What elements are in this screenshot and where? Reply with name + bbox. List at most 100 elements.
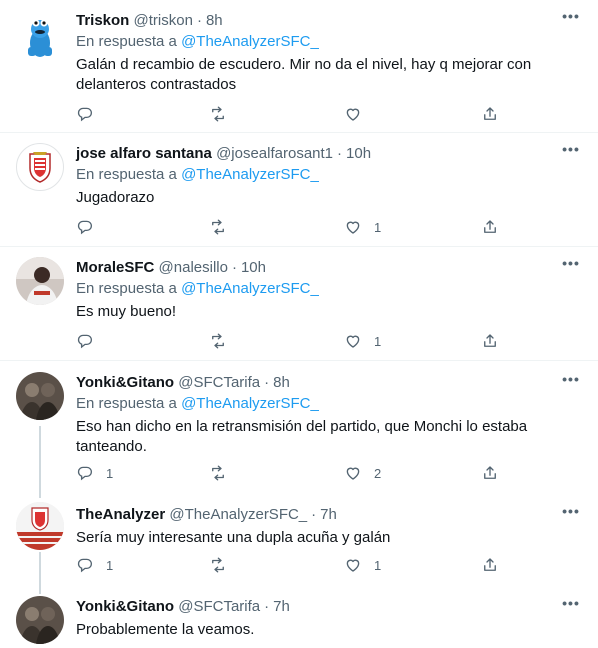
retweet-icon <box>212 106 224 122</box>
reply-prefix: En respuesta a <box>76 280 177 297</box>
avatar[interactable] <box>16 596 64 644</box>
more-icon[interactable]: ••• <box>560 596 582 617</box>
reply-to-link[interactable]: @TheAnalyzerSFC_ <box>181 33 319 50</box>
user-handle[interactable]: @triskon <box>134 12 193 29</box>
tweet-header: Triskon @triskon · 8h <box>76 12 223 29</box>
reply-icon <box>77 220 93 235</box>
tweet-text: Jugadorazo <box>76 189 155 206</box>
share-button[interactable] <box>481 217 499 237</box>
tweet-header: TheAnalyzer @TheAnalyzerSFC_ · 7h <box>76 506 337 523</box>
user-handle[interactable]: @josealfarosant1 <box>216 145 333 162</box>
tweet-actions: 1 1 <box>76 555 506 575</box>
reply-button[interactable] <box>76 217 106 237</box>
share-button[interactable] <box>481 463 499 483</box>
reply-count: 1 <box>106 557 114 573</box>
retweet-button[interactable] <box>209 555 239 575</box>
sevilla-banner-avatar-icon <box>16 502 64 550</box>
reply-button[interactable]: 1 <box>76 555 113 575</box>
reply-to-link[interactable]: @TheAnalyzerSFC_ <box>181 166 319 183</box>
reply-to-link[interactable]: @TheAnalyzerSFC_ <box>181 395 319 412</box>
display-name[interactable]: Triskon <box>76 12 129 29</box>
tweet-time[interactable]: 8h <box>273 374 290 391</box>
user-photo-icon <box>16 596 64 644</box>
tweet-time[interactable]: 8h <box>206 12 223 29</box>
tweet[interactable]: TheAnalyzer @TheAnalyzerSFC_ · 7h Sería mu… <box>0 493 598 585</box>
display-name[interactable]: Yonki&Gitano <box>76 598 174 615</box>
tweet-header: MoraleSFC @nalesillo · 10h <box>76 259 266 276</box>
display-name[interactable]: jose alfaro santana <box>76 145 212 162</box>
reply-button[interactable]: 1 <box>76 463 113 483</box>
tweet-text: Galán d recambio de escudero. Mir no da … <box>76 56 532 93</box>
tweet-time[interactable]: 10h <box>346 145 371 162</box>
share-icon <box>484 220 496 233</box>
retweet-button[interactable] <box>209 331 239 351</box>
reply-context: En respuesta a @TheAnalyzerSFC_ <box>76 165 586 185</box>
tweet-time[interactable]: 10h <box>241 259 266 276</box>
replies-timeline: Triskon @triskon · 8h En respuesta a @TheA… <box>0 0 598 648</box>
avatar[interactable] <box>16 372 64 420</box>
tweet-text: Es muy bueno! <box>76 303 177 320</box>
retweet-icon <box>212 557 224 573</box>
tweet[interactable]: Yonki&Gitano @SFCTarifa · 8h En respuesta … <box>0 361 598 493</box>
reply-prefix: En respuesta a <box>76 395 177 412</box>
reply-button[interactable] <box>76 104 106 124</box>
more-icon[interactable]: ••• <box>560 372 582 393</box>
cookie-monster-avatar-icon <box>16 13 64 61</box>
more-icon[interactable]: ••• <box>560 9 582 30</box>
heart-icon <box>346 335 360 348</box>
more-icon[interactable]: ••• <box>560 256 582 277</box>
like-button[interactable] <box>344 104 374 124</box>
like-count: 1 <box>374 333 382 349</box>
tweet-header: jose alfaro santana @josealfarosant1 · 10h <box>76 145 372 162</box>
reply-icon <box>77 558 93 573</box>
avatar[interactable] <box>16 502 64 550</box>
avatar[interactable] <box>16 13 64 61</box>
heart-icon <box>346 467 360 480</box>
reply-icon <box>77 107 93 122</box>
avatar[interactable] <box>16 257 64 305</box>
like-button[interactable]: 1 <box>344 331 381 351</box>
retweet-icon <box>212 465 224 481</box>
share-button[interactable] <box>481 555 499 575</box>
share-icon <box>484 334 496 347</box>
tweet-time[interactable]: 7h <box>320 506 337 523</box>
tweet[interactable]: jose alfaro santana @josealfarosant1 · 10h… <box>0 133 598 247</box>
more-icon[interactable]: ••• <box>560 504 582 525</box>
tweet-actions <box>76 104 506 124</box>
like-count: 1 <box>374 219 382 235</box>
heart-icon <box>346 221 360 234</box>
like-button[interactable]: 1 <box>344 555 381 575</box>
user-handle[interactable]: @SFCTarifa <box>178 374 260 391</box>
more-icon[interactable]: ••• <box>560 142 582 163</box>
tweet-text: Sería muy interesante una dupla acuña y … <box>76 529 391 546</box>
user-handle[interactable]: @SFCTarifa <box>178 598 260 615</box>
share-button[interactable] <box>481 104 499 124</box>
like-button[interactable]: 1 <box>344 217 381 237</box>
tweet[interactable]: Triskon @triskon · 8h En respuesta a @TheA… <box>0 0 598 133</box>
user-photo-icon <box>16 372 64 420</box>
tweet[interactable]: Yonki&Gitano @SFCTarifa · 7h Probablemente… <box>0 585 598 648</box>
like-button[interactable]: 2 <box>344 463 381 483</box>
tweet-actions: 1 2 <box>76 463 506 483</box>
display-name[interactable]: Yonki&Gitano <box>76 374 174 391</box>
reply-context: En respuesta a @TheAnalyzerSFC_ <box>76 32 586 52</box>
share-button[interactable] <box>481 331 499 351</box>
tweet[interactable]: MoraleSFC @nalesillo · 10h En respuesta a … <box>0 247 598 361</box>
retweet-icon <box>212 219 224 235</box>
reply-prefix: En respuesta a <box>76 166 177 183</box>
share-icon <box>484 558 496 571</box>
display-name[interactable]: MoraleSFC <box>76 259 154 276</box>
user-handle[interactable]: @TheAnalyzerSFC_ <box>169 506 307 523</box>
user-handle[interactable]: @nalesillo <box>159 259 228 276</box>
retweet-button[interactable] <box>209 104 239 124</box>
tweet-text: Eso han dicho en la retransmisión del pa… <box>76 418 528 455</box>
retweet-button[interactable] <box>209 463 239 483</box>
reply-to-link[interactable]: @TheAnalyzerSFC_ <box>181 280 319 297</box>
display-name[interactable]: TheAnalyzer <box>76 506 165 523</box>
share-icon <box>484 466 496 479</box>
reply-count: 1 <box>106 465 114 481</box>
retweet-button[interactable] <box>209 217 239 237</box>
reply-button[interactable] <box>76 331 106 351</box>
avatar[interactable] <box>16 143 64 191</box>
tweet-time[interactable]: 7h <box>273 598 290 615</box>
